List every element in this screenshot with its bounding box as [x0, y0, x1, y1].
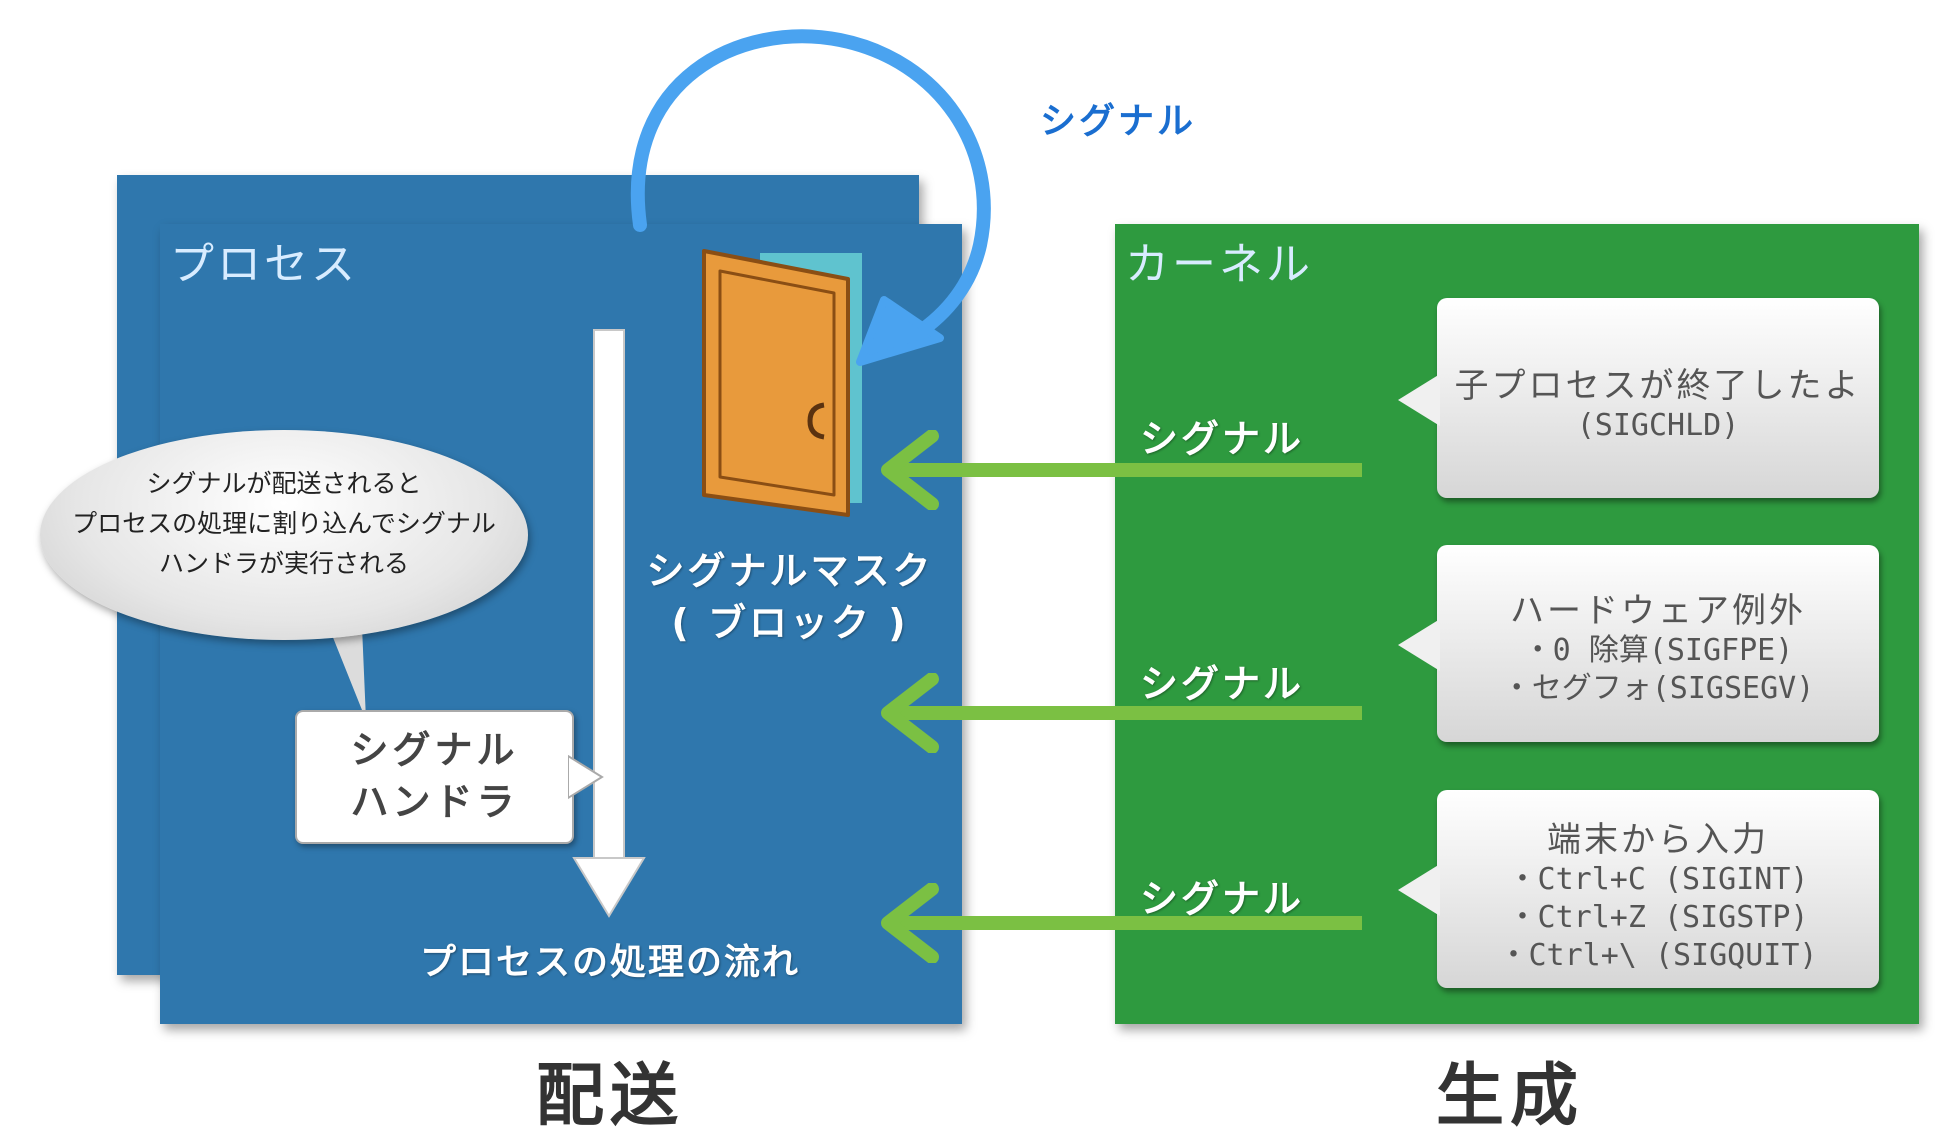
callout-hardware-line-2: ・セグフォ(SIGSEGV) — [1501, 671, 1815, 706]
bubble-line-1: シグナルが配送されると — [146, 469, 422, 498]
delivery-label: 配送 — [535, 1057, 684, 1136]
handler-line-1: シグナル — [350, 728, 519, 772]
signal-mask-label: シグナルマスク ( ブロック ) — [640, 545, 940, 649]
callout-sigchld: 子プロセスが終了したよ (SIGCHLD) — [1437, 298, 1879, 498]
handler-pointer — [568, 754, 604, 800]
signal-label-2: シグナル — [1140, 662, 1305, 706]
process-flow-label: プロセスの処理の流れ — [419, 942, 800, 983]
callout-hardware: ハードウェア例外 ・0 除算(SIGFPE) ・セグフォ(SIGSEGV) — [1437, 545, 1879, 742]
signal-handler-box: シグナル ハンドラ — [295, 710, 574, 844]
callout-pointer-3 — [1398, 864, 1440, 916]
signal-mask-label-line1: シグナルマスク — [646, 549, 934, 593]
process-title: プロセス — [170, 239, 358, 290]
top-signal-label: シグナル — [1040, 101, 1197, 142]
callout-terminal: 端末から入力 ・Ctrl+C (SIGINT) ・Ctrl+Z (SIGSTP)… — [1437, 790, 1879, 988]
signal-label-1: シグナル — [1140, 417, 1305, 461]
callout-terminal-title: 端末から入力 — [1547, 820, 1769, 860]
callout-terminal-line-2: ・Ctrl+Z (SIGSTP) — [1507, 900, 1809, 935]
callout-terminal-line-1: ・Ctrl+C (SIGINT) — [1507, 862, 1809, 897]
kernel-title: カーネル — [1125, 239, 1313, 290]
speech-bubble: シグナルが配送されると プロセスの処理に割り込んでシグナル ハンドラが実行される — [40, 430, 528, 640]
bubble-line-2: プロセスの処理に割り込んでシグナル — [72, 509, 496, 538]
signal-label-3: シグナル — [1140, 877, 1305, 921]
bubble-line-3: ハンドラが実行される — [158, 549, 409, 578]
callout-sigchld-title: 子プロセスが終了したよ — [1454, 366, 1862, 406]
callout-hardware-title: ハードウェア例外 — [1510, 591, 1806, 631]
callout-hardware-line-1: ・0 除算(SIGFPE) — [1522, 633, 1794, 668]
callout-sigchld-line-1: (SIGCHLD) — [1576, 408, 1740, 443]
top-signal-arrow — [631, 29, 991, 366]
callout-pointer-1 — [1398, 374, 1440, 426]
callout-pointer-2 — [1398, 619, 1440, 671]
handler-line-2: ハンドラ — [350, 780, 519, 824]
callout-terminal-line-3: ・Ctrl+\ (SIGQUIT) — [1498, 938, 1818, 973]
generation-label: 生成 — [1435, 1057, 1584, 1136]
process-flow-arrow — [572, 329, 646, 918]
signal-mask-label-line2: ( ブロック ) — [671, 601, 909, 645]
